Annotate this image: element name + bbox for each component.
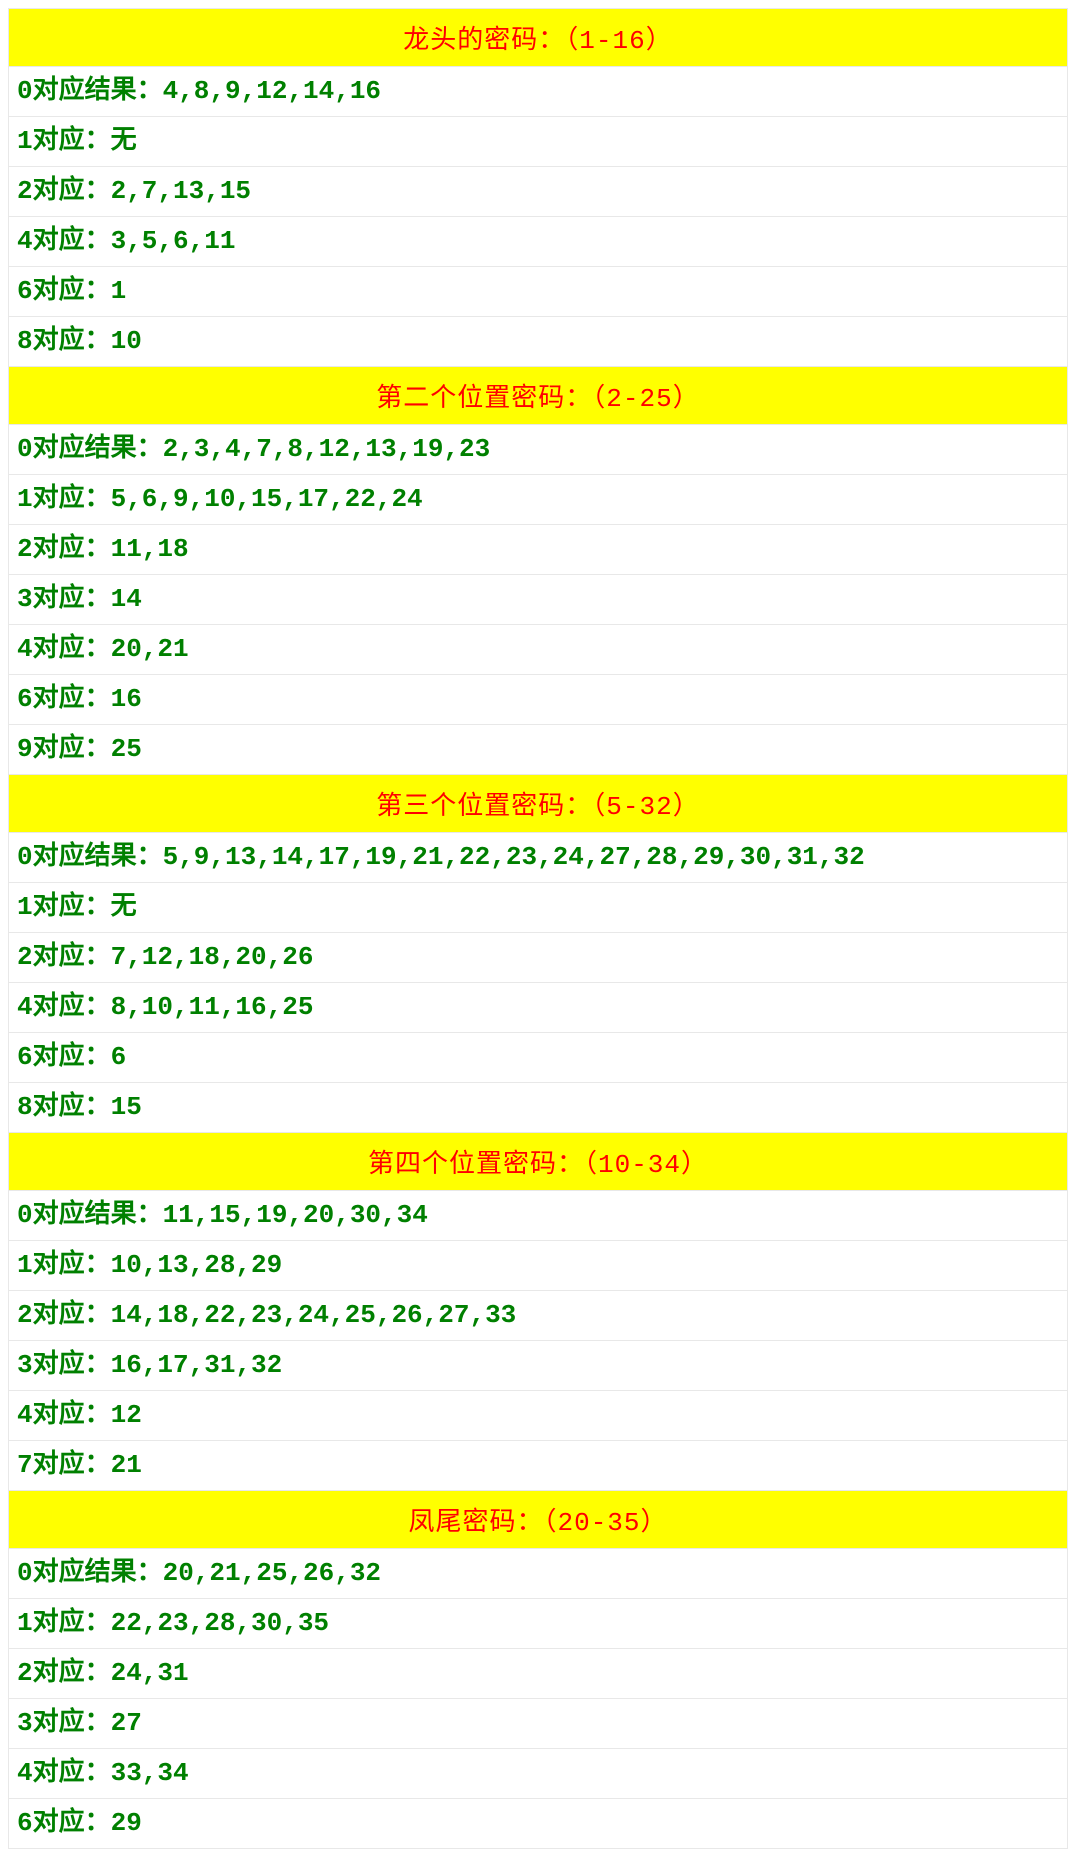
section-header-4: 凤尾密码：（20-35） [9,1491,1068,1549]
data-row: 3对应：27 [9,1699,1068,1749]
data-row: 3对应：16,17,31,32 [9,1341,1068,1391]
data-row: 1对应：无 [9,883,1068,933]
section-header-0: 龙头的密码：（1-16） [9,9,1068,67]
data-row: 4对应：20,21 [9,625,1068,675]
data-row: 2对应：7,12,18,20,26 [9,933,1068,983]
data-row: 8对应：10 [9,317,1068,367]
data-row: 1对应：无 [9,117,1068,167]
data-row: 0对应结果：11,15,19,20,30,34 [9,1191,1068,1241]
data-row: 0对应结果：2,3,4,7,8,12,13,19,23 [9,425,1068,475]
section-header-2: 第三个位置密码：（5-32） [9,775,1068,833]
data-row: 7对应：21 [9,1441,1068,1491]
data-row: 0对应结果：4,8,9,12,14,16 [9,67,1068,117]
data-row: 4对应：12 [9,1391,1068,1441]
data-row: 1对应：10,13,28,29 [9,1241,1068,1291]
data-row: 1对应：5,6,9,10,15,17,22,24 [9,475,1068,525]
data-row: 1对应：22,23,28,30,35 [9,1599,1068,1649]
data-row: 3对应：14 [9,575,1068,625]
data-row: 9对应：25 [9,725,1068,775]
section-header-3: 第四个位置密码：（10-34） [9,1133,1068,1191]
data-row: 6对应：29 [9,1799,1068,1849]
data-row: 2对应：11,18 [9,525,1068,575]
data-row: 6对应：16 [9,675,1068,725]
section-header-1: 第二个位置密码：（2-25） [9,367,1068,425]
data-row: 4对应：8,10,11,16,25 [9,983,1068,1033]
data-row: 6对应：6 [9,1033,1068,1083]
data-row: 4对应：33,34 [9,1749,1068,1799]
password-code-table: 龙头的密码：（1-16）0对应结果：4,8,9,12,14,161对应：无2对应… [8,8,1068,1849]
data-row: 0对应结果：20,21,25,26,32 [9,1549,1068,1599]
data-row: 2对应：14,18,22,23,24,25,26,27,33 [9,1291,1068,1341]
data-row: 8对应：15 [9,1083,1068,1133]
data-row: 0对应结果：5,9,13,14,17,19,21,22,23,24,27,28,… [9,833,1068,883]
data-row: 2对应：24,31 [9,1649,1068,1699]
data-row: 6对应：1 [9,267,1068,317]
data-row: 2对应：2,7,13,15 [9,167,1068,217]
data-row: 4对应：3,5,6,11 [9,217,1068,267]
